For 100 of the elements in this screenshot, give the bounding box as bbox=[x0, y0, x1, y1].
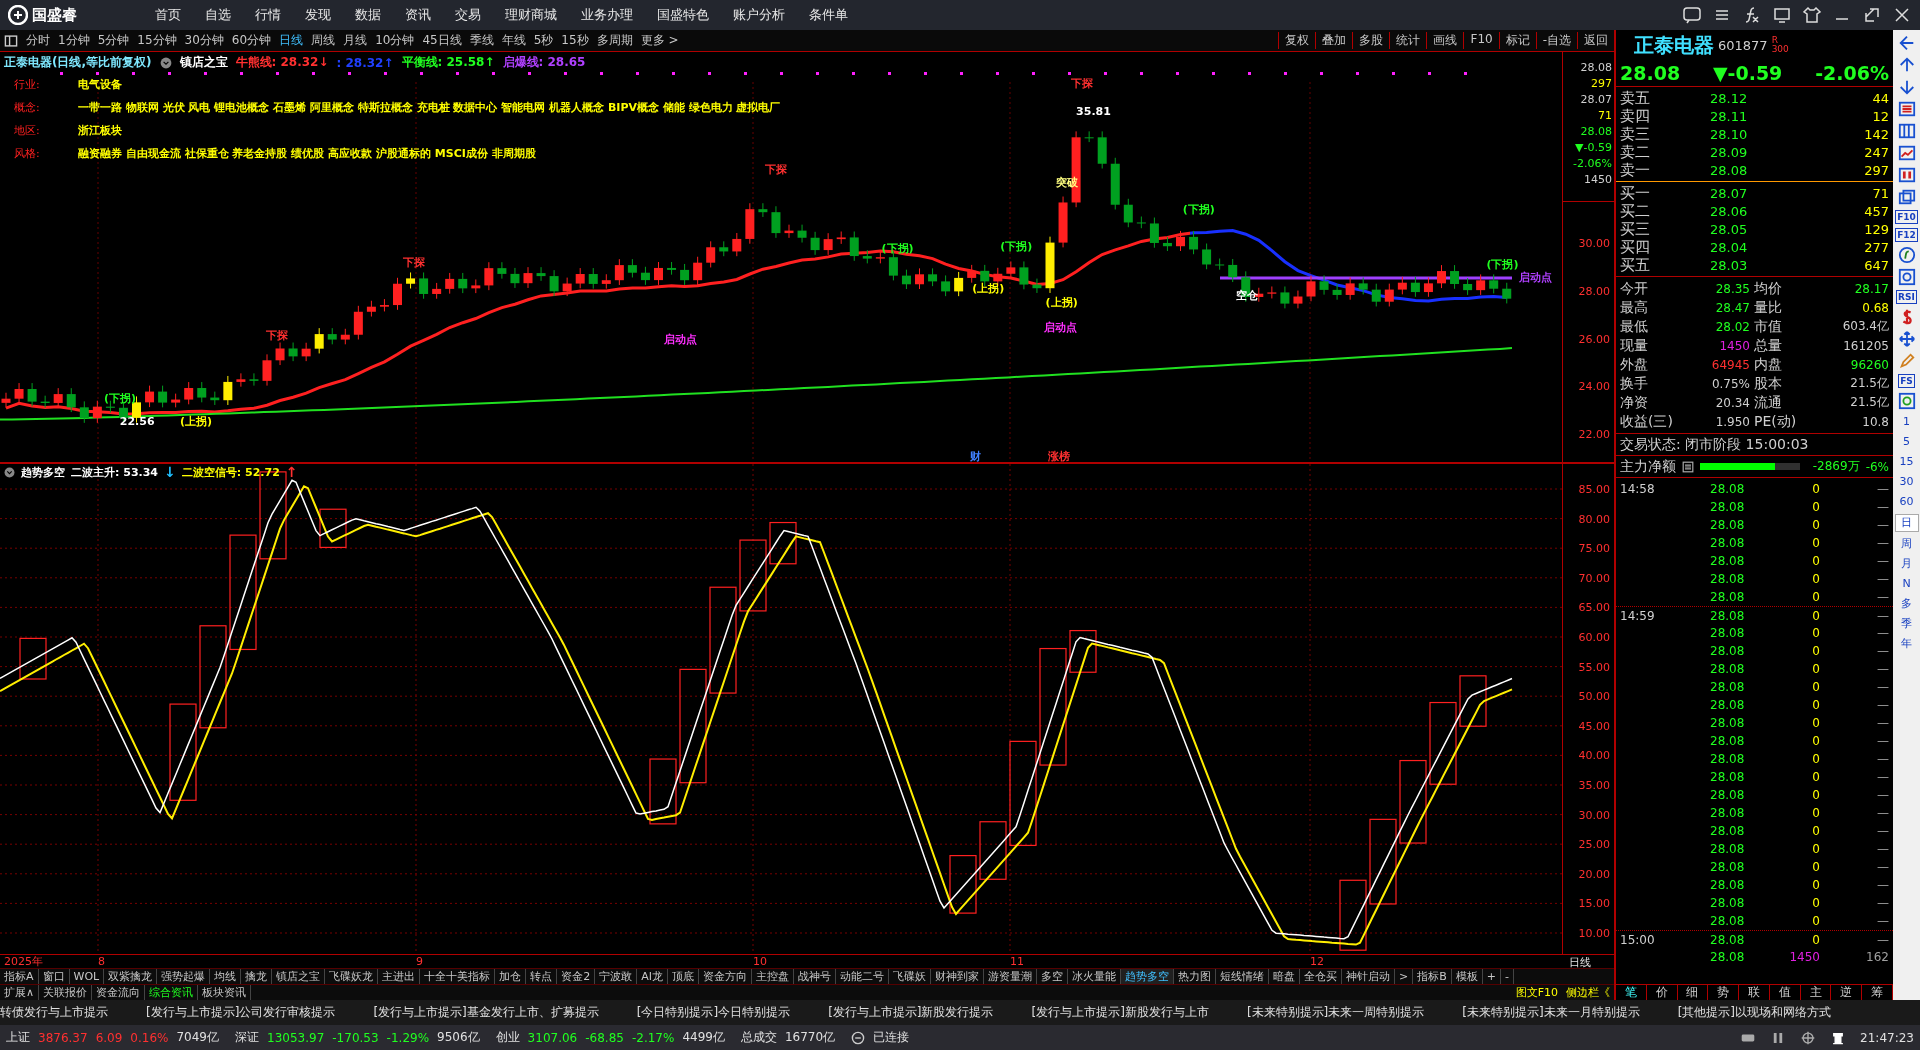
news-item[interactable]: [发行与上市提示]新股发行提示 bbox=[828, 1004, 994, 1021]
list-icon[interactable] bbox=[1682, 460, 1694, 473]
side-period[interactable]: 30 bbox=[1894, 474, 1919, 490]
toolbar-button[interactable]: 返回 bbox=[1577, 32, 1614, 49]
news-item[interactable]: [其他提示]以现场和网络方式 bbox=[1677, 1004, 1831, 1021]
menu-item[interactable]: 业务办理 bbox=[569, 6, 645, 24]
side-button[interactable]: FS bbox=[1898, 374, 1915, 388]
menu-item[interactable]: 理财商城 bbox=[493, 6, 569, 24]
news-item[interactable]: 转债发行与上市提示 bbox=[0, 1004, 108, 1021]
side-period[interactable]: 60 bbox=[1894, 494, 1919, 510]
link[interactable]: 侧边栏《 bbox=[1562, 985, 1614, 1000]
menu-item[interactable]: 账户分析 bbox=[721, 6, 797, 24]
indicator-tab[interactable]: 趋势多空 bbox=[1121, 969, 1174, 984]
candle bbox=[1345, 276, 1355, 301]
news-item[interactable]: [发行与上市提示]基金发行上市、扩募提示 bbox=[373, 1004, 599, 1021]
period-tab[interactable]: 月线 bbox=[339, 32, 372, 49]
windows-icon[interactable] bbox=[1896, 188, 1917, 206]
side-period[interactable]: 月 bbox=[1894, 556, 1919, 572]
dropdown-icon[interactable] bbox=[159, 56, 172, 69]
screen-icon[interactable] bbox=[1772, 5, 1792, 25]
chart-annotation: 下探 bbox=[764, 161, 789, 177]
chart-annotation: (下拐) bbox=[102, 390, 138, 406]
chart-annotation: 35.81 bbox=[1075, 104, 1112, 118]
net-flow-percent: -6% bbox=[1865, 459, 1889, 474]
period-tab[interactable]: 更多 > bbox=[636, 32, 683, 49]
menu-item[interactable]: 行情 bbox=[243, 6, 293, 24]
toolbar-button[interactable]: 多股 bbox=[1352, 32, 1390, 49]
period-tab[interactable]: 分时 bbox=[22, 32, 54, 49]
period-tab[interactable]: 1分钟 bbox=[54, 32, 94, 49]
toolbar-button[interactable]: 画线 bbox=[1426, 32, 1464, 49]
menu-item[interactable]: 数据 bbox=[343, 6, 393, 24]
toolbar-button[interactable]: 叠加 bbox=[1315, 32, 1353, 49]
period-tab[interactable]: 45日线 bbox=[418, 32, 466, 49]
side-period[interactable]: 15 bbox=[1894, 454, 1919, 470]
stat-label: 均价 bbox=[1754, 279, 1783, 298]
menu-item[interactable]: 首页 bbox=[143, 6, 193, 24]
menu-item[interactable]: 资讯 bbox=[393, 6, 443, 24]
move-icon[interactable] bbox=[1896, 330, 1917, 348]
period-tab[interactable]: 日线 bbox=[275, 32, 308, 49]
function-icon[interactable] bbox=[1896, 246, 1917, 264]
maximize-icon[interactable] bbox=[1862, 5, 1882, 25]
candle bbox=[1058, 196, 1068, 248]
target-icon[interactable] bbox=[1800, 1030, 1817, 1045]
dropdown-icon[interactable] bbox=[4, 466, 15, 478]
axis-value: -2.06% bbox=[1573, 156, 1612, 172]
menu-item[interactable]: 国盛特色 bbox=[645, 6, 721, 24]
candle bbox=[954, 271, 964, 297]
grid-icon[interactable] bbox=[1896, 122, 1917, 140]
period-tab[interactable]: 30分钟 bbox=[180, 32, 228, 49]
order-label: 买三 bbox=[1620, 219, 1651, 239]
table-icon[interactable] bbox=[1896, 100, 1917, 118]
menu-item[interactable]: 条件单 bbox=[797, 6, 860, 24]
period-tab[interactable]: 5分钟 bbox=[93, 32, 134, 49]
news-item[interactable]: [发行与上市提示]公司发行审核提示 bbox=[146, 1004, 336, 1021]
toolbar-button[interactable]: -自选 bbox=[1535, 32, 1577, 49]
candle bbox=[1084, 130, 1094, 143]
panel-icon[interactable] bbox=[4, 33, 18, 48]
side-period[interactable]: 年 bbox=[1894, 636, 1919, 652]
period-tab[interactable]: 60分钟 bbox=[227, 32, 276, 49]
side-period[interactable]: 1 bbox=[1894, 414, 1919, 430]
refresh-icon[interactable] bbox=[1896, 392, 1917, 410]
side-button[interactable]: F12 bbox=[1895, 228, 1918, 242]
line-chart-icon[interactable] bbox=[1896, 144, 1917, 162]
news-item[interactable]: [未来特别提示]未来一月特别提示 bbox=[1462, 1004, 1640, 1021]
period-tab[interactable]: 周线 bbox=[307, 32, 340, 49]
period-tab[interactable]: 多周期 bbox=[592, 32, 637, 49]
side-button[interactable]: F10 bbox=[1895, 210, 1918, 224]
side-period[interactable]: 多 bbox=[1894, 596, 1919, 612]
candle bbox=[197, 381, 207, 403]
axis-label: 22.00 bbox=[1578, 427, 1610, 441]
period-tab[interactable]: 季线 bbox=[465, 32, 498, 49]
side-period[interactable]: N bbox=[1894, 576, 1919, 592]
toolbar-button[interactable]: 标记 bbox=[1498, 32, 1536, 49]
toolbar-button[interactable]: 复权 bbox=[1278, 32, 1316, 49]
side-period[interactable]: 周 bbox=[1894, 536, 1919, 552]
shirt-icon[interactable] bbox=[1802, 5, 1822, 25]
news-item[interactable]: [未来特别提示]未来一周特别提示 bbox=[1246, 1004, 1425, 1021]
tick-price: 28.08 bbox=[1710, 572, 1746, 586]
period-tab[interactable]: 年线 bbox=[497, 32, 530, 49]
side-period[interactable]: 5 bbox=[1894, 434, 1919, 450]
axis-value: 28.08 bbox=[1580, 124, 1612, 140]
news-item[interactable]: [发行与上市提示]新股发行与上市 bbox=[1031, 1004, 1209, 1021]
candle bbox=[288, 342, 298, 362]
period-tab[interactable]: 15分钟 bbox=[133, 32, 181, 49]
side-period[interactable]: 季 bbox=[1894, 616, 1919, 632]
news-item[interactable]: [今日特别提示]今日特别提示 bbox=[636, 1004, 791, 1021]
period-tab[interactable]: 10分钟 bbox=[371, 32, 419, 49]
indicator-value[interactable]: 镇店之宝 bbox=[179, 54, 228, 71]
menu-item[interactable]: 自选 bbox=[193, 6, 243, 24]
side-button[interactable]: RSI bbox=[1896, 290, 1917, 304]
period-tab[interactable]: 15秒 bbox=[557, 32, 593, 49]
side-period[interactable]: 日 bbox=[1894, 514, 1919, 532]
menu-item[interactable]: 交易 bbox=[443, 6, 493, 24]
candle-icon[interactable] bbox=[1896, 166, 1917, 184]
menu-item[interactable]: 发现 bbox=[293, 6, 343, 24]
period-tab[interactable]: 5秒 bbox=[529, 32, 558, 49]
message-icon[interactable] bbox=[1682, 5, 1702, 25]
toolbar-button[interactable]: 统计 bbox=[1389, 32, 1427, 49]
toolbar-button[interactable]: F10 bbox=[1463, 32, 1499, 49]
link[interactable]: 图文F10 bbox=[1511, 985, 1562, 1000]
